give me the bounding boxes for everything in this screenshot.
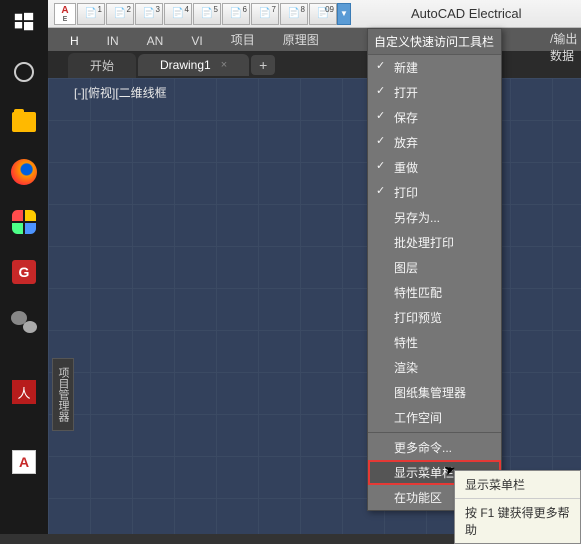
menu-item-print[interactable]: 打印: [368, 180, 501, 205]
qat-button-9[interactable]: 📄09: [309, 3, 337, 25]
app-title: AutoCAD Electrical: [411, 6, 522, 21]
qat-button-6[interactable]: 📄6: [222, 3, 250, 25]
qat-button-2[interactable]: 📄2: [106, 3, 134, 25]
menu-item-batch-print[interactable]: 批处理打印: [368, 230, 501, 255]
firefox-icon[interactable]: [6, 154, 42, 190]
menu-item-print-preview[interactable]: 打印预览: [368, 305, 501, 330]
menu-item-new[interactable]: 新建: [368, 55, 501, 80]
menu-item-render[interactable]: 渲染: [368, 355, 501, 380]
menu-item-layers[interactable]: 图层: [368, 255, 501, 280]
app-colorful-icon[interactable]: [6, 204, 42, 240]
menu-item-saveas[interactable]: 另存为...: [368, 205, 501, 230]
menu-item-sheetset[interactable]: 图纸集管理器: [368, 380, 501, 405]
menu-header: 自定义快速访问工具栏: [368, 29, 501, 55]
qat-button-8[interactable]: 📄8: [280, 3, 308, 25]
cortana-icon[interactable]: [6, 54, 42, 90]
caj-viewer-icon[interactable]: G: [6, 254, 42, 290]
tab-start[interactable]: 开始: [68, 53, 136, 78]
ribbon-tab-an[interactable]: AN: [133, 31, 178, 51]
qat-button-5[interactable]: 📄5: [193, 3, 221, 25]
qat-button-7[interactable]: 📄7: [251, 3, 279, 25]
viewport-label[interactable]: [-][俯视][二维线框: [74, 84, 167, 101]
menu-item-undo[interactable]: 放弃: [368, 130, 501, 155]
menu-item-properties[interactable]: 特性: [368, 330, 501, 355]
adobe-reader-icon[interactable]: 人: [6, 374, 42, 410]
project-manager-tab[interactable]: 项目管理器: [52, 358, 74, 431]
qat-button-3[interactable]: 📄3: [135, 3, 163, 25]
tab-drawing1[interactable]: Drawing1 ×: [138, 54, 249, 76]
ribbon-tab-in[interactable]: IN: [93, 31, 133, 51]
close-icon[interactable]: ×: [221, 59, 227, 71]
wechat-icon[interactable]: [6, 304, 42, 340]
windows-taskbar: G 人 A: [0, 0, 48, 534]
qat-customize-menu: 自定义快速访问工具栏 新建 打开 保存 放弃 重做 打印 另存为... 批处理打…: [367, 28, 502, 511]
quick-access-toolbar: AE 📄1 📄2 📄3 📄4 📄5 📄6 📄7 📄8 📄09 ▼ AutoCAD…: [48, 0, 581, 28]
qat-button-4[interactable]: 📄4: [164, 3, 192, 25]
qat-dropdown-button[interactable]: ▼: [337, 3, 351, 25]
ribbon-tab-schematic[interactable]: 原理图: [269, 28, 333, 51]
menu-item-workspace[interactable]: 工作空间: [368, 405, 501, 430]
menu-item-match-props[interactable]: 特性匹配: [368, 280, 501, 305]
menu-item-save[interactable]: 保存: [368, 105, 501, 130]
app-logo[interactable]: AE: [54, 3, 76, 25]
menu-item-open[interactable]: 打开: [368, 80, 501, 105]
file-explorer-icon[interactable]: [6, 104, 42, 140]
ribbon-tab-export[interactable]: /输出数据: [550, 30, 581, 64]
menu-separator: [368, 432, 501, 433]
autocad-taskbar-icon[interactable]: A: [6, 444, 42, 480]
tooltip-help: 按 F1 键获得更多帮助: [455, 499, 580, 543]
ribbon-tab-h[interactable]: H: [56, 31, 93, 51]
add-tab-button[interactable]: +: [251, 55, 275, 75]
tooltip: 显示菜单栏 按 F1 键获得更多帮助: [454, 470, 581, 544]
ribbon-tab-project[interactable]: 项目: [217, 28, 269, 51]
menu-item-more-commands[interactable]: 更多命令...: [368, 435, 501, 460]
menu-item-redo[interactable]: 重做: [368, 155, 501, 180]
qat-button-1[interactable]: 📄1: [77, 3, 105, 25]
tooltip-title: 显示菜单栏: [455, 471, 580, 498]
start-button[interactable]: [6, 4, 42, 40]
ribbon-tab-vi[interactable]: VI: [177, 31, 216, 51]
